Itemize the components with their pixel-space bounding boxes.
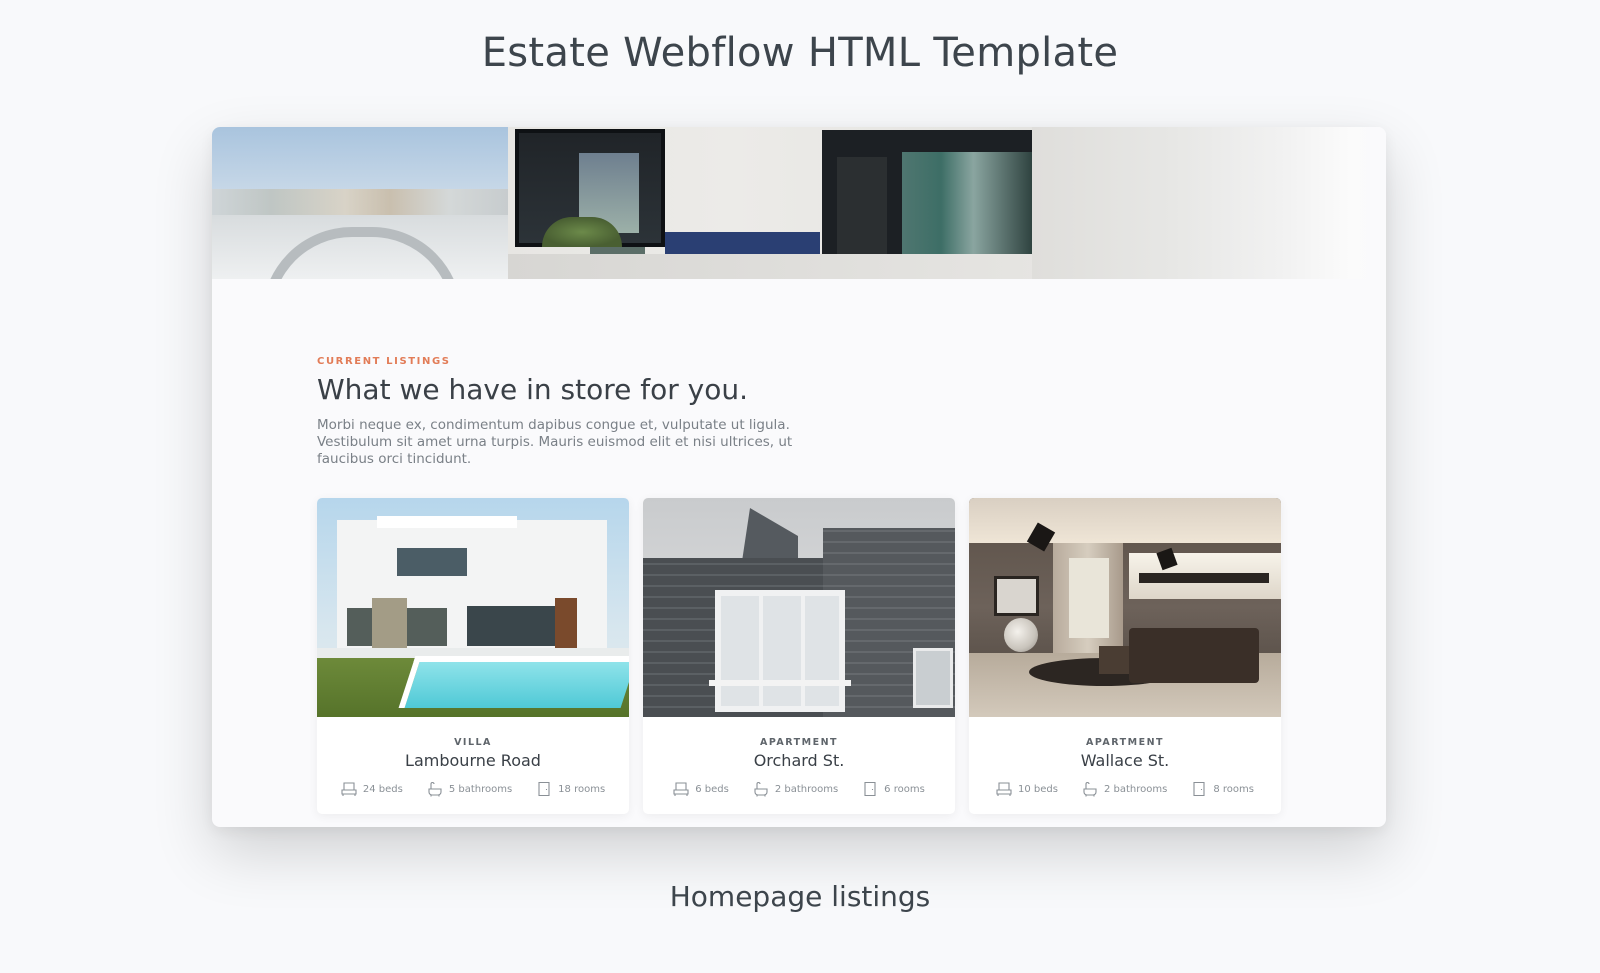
page-title: Estate Webflow HTML Template: [481, 30, 1119, 76]
bathtub-icon: [1083, 782, 1097, 797]
listing-bathrooms-label: 2 bathrooms: [774, 783, 839, 795]
listing-bathrooms: 5 bathrooms: [427, 781, 512, 797]
listing-photo[interactable]: [969, 498, 1281, 717]
listing-beds-label: 24 beds: [362, 783, 403, 795]
section-eyebrow: CURRENT LISTINGS: [317, 356, 451, 367]
listing-type: VILLA: [454, 737, 492, 748]
listing-beds: 24 beds: [341, 781, 403, 797]
listing-meta: 10 beds 2 bathrooms 8 rooms: [969, 781, 1281, 797]
door-icon: [538, 781, 550, 797]
listing-rooms: 6 rooms: [862, 781, 925, 797]
listing-rooms-label: 8 rooms: [1213, 783, 1254, 795]
listing-rooms: 18 rooms: [536, 781, 605, 797]
listings-grid: VILLA Lambourne Road 24 beds 5 bathrooms…: [317, 498, 1281, 814]
listing-rooms-label: 6 rooms: [884, 783, 925, 795]
listing-bathrooms-label: 5 bathrooms: [448, 783, 513, 795]
listing-type: APARTMENT: [759, 737, 839, 748]
listing-name[interactable]: Orchard St.: [643, 751, 955, 770]
listing-photo[interactable]: [317, 498, 629, 717]
template-preview: CURRENT LISTINGS What we have in store f…: [212, 127, 1386, 827]
section-description: Morbi neque ex, condimentum dapibus cong…: [317, 417, 793, 467]
door-icon: [1193, 781, 1205, 797]
listing-card-lambourne-road[interactable]: VILLA Lambourne Road 24 beds 5 bathrooms…: [317, 498, 629, 814]
bed-icon: [673, 782, 689, 796]
listing-meta: 6 beds 2 bathrooms 6 rooms: [643, 781, 955, 797]
door-icon: [864, 781, 876, 797]
listing-beds-label: 6 beds: [695, 783, 729, 795]
listing-bathrooms: 2 bathrooms: [1082, 781, 1167, 797]
page-caption: Homepage listings: [669, 880, 931, 913]
listing-beds: 10 beds: [996, 781, 1058, 797]
listing-beds-label: 10 beds: [1018, 783, 1058, 795]
listing-name[interactable]: Wallace St.: [969, 751, 1281, 770]
listing-card-orchard-st[interactable]: APARTMENT Orchard St. 6 beds 2 bathrooms…: [643, 498, 955, 814]
listing-bathrooms-label: 2 bathrooms: [1103, 783, 1168, 795]
listing-beds: 6 beds: [673, 781, 729, 797]
listing-meta: 24 beds 5 bathrooms 18 rooms: [317, 781, 629, 797]
listing-photo[interactable]: [643, 498, 955, 717]
bed-icon: [341, 782, 357, 796]
bathtub-icon: [428, 782, 442, 797]
bed-icon: [996, 782, 1012, 796]
listing-name[interactable]: Lambourne Road: [317, 751, 629, 770]
listing-card-wallace-st[interactable]: APARTMENT Wallace St. 10 beds 2 bathroom…: [969, 498, 1281, 814]
listing-rooms-label: 18 rooms: [558, 783, 606, 795]
listing-type: APARTMENT: [1085, 737, 1165, 748]
hero-banner-image: [212, 127, 1386, 279]
section-heading: What we have in store for you.: [317, 373, 748, 406]
listing-rooms: 8 rooms: [1191, 781, 1254, 797]
bathtub-icon: [754, 782, 768, 797]
listing-bathrooms: 2 bathrooms: [753, 781, 838, 797]
